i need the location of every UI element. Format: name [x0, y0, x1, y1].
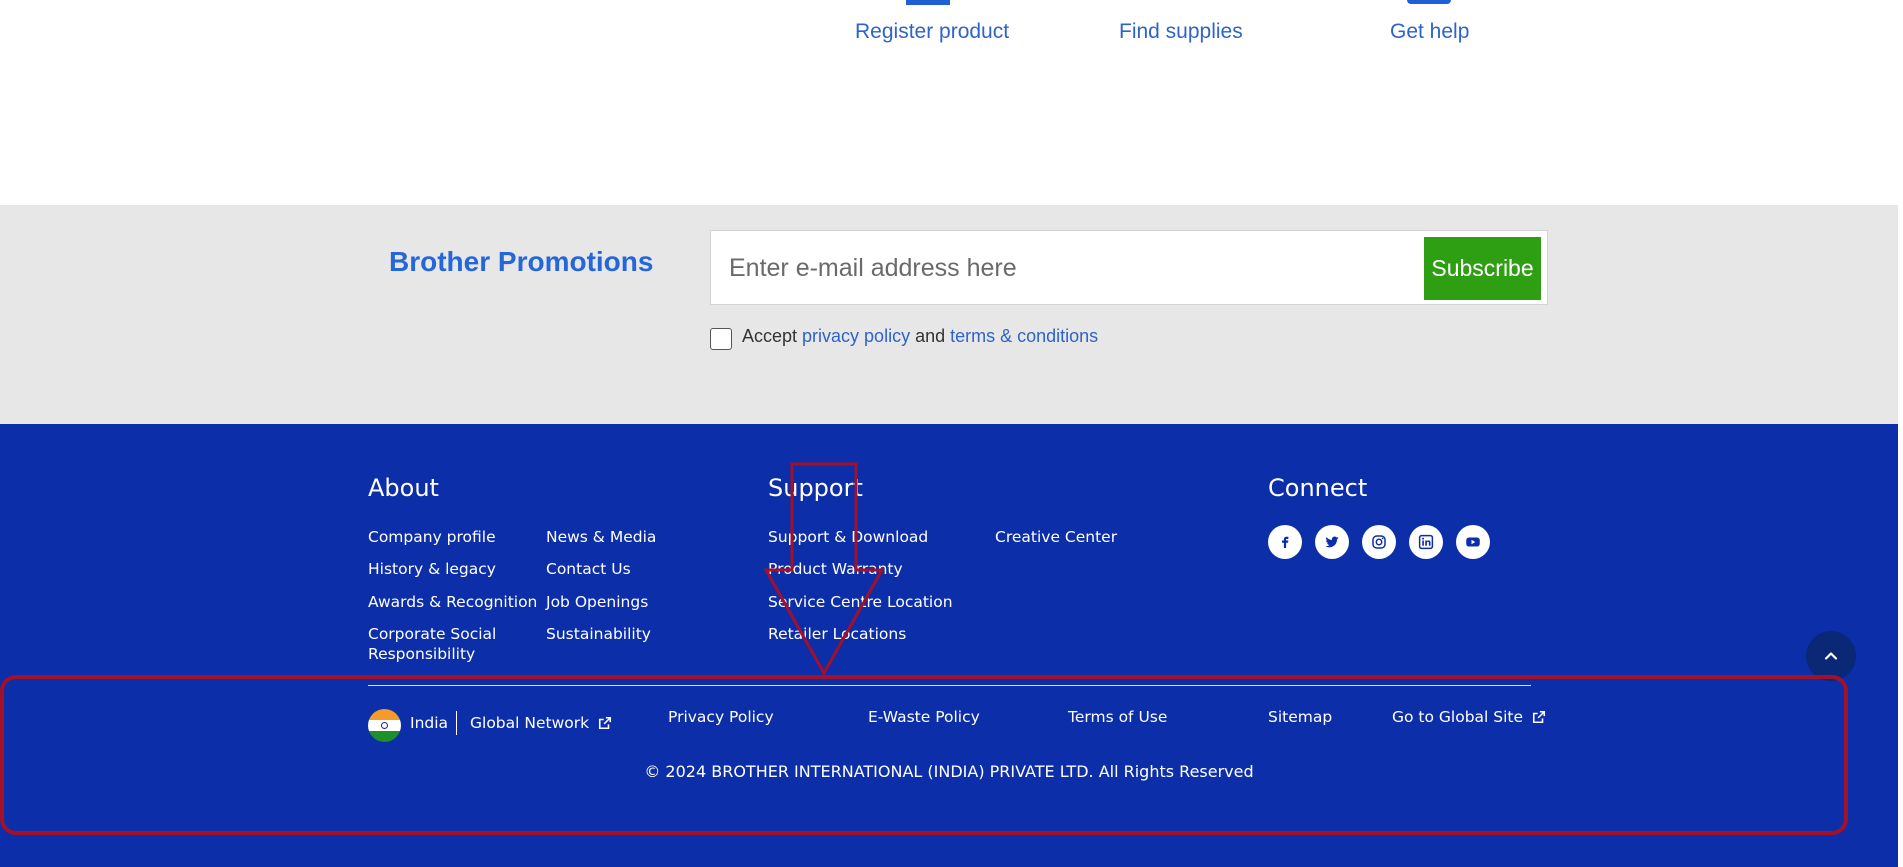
scroll-to-top-button[interactable]	[1806, 631, 1856, 681]
copyright-text: © 2024 BROTHER INTERNATIONAL (INDIA) PRI…	[644, 762, 1254, 781]
facebook-icon[interactable]	[1268, 525, 1302, 559]
footer-link-support-download[interactable]: Support & Download	[768, 527, 928, 547]
footer-link-product-warranty[interactable]: Product Warranty	[768, 559, 903, 579]
get-help-icon	[1407, 0, 1451, 4]
footer-link-history-legacy[interactable]: History & legacy	[368, 559, 496, 579]
footer-link-creative-center[interactable]: Creative Center	[995, 527, 1117, 547]
linkedin-icon[interactable]	[1409, 525, 1443, 559]
subscribe-button[interactable]: Subscribe	[1424, 237, 1541, 300]
privacy-policy-link[interactable]: privacy policy	[802, 326, 910, 347]
accept-checkbox[interactable]	[710, 328, 732, 350]
register-product-icon	[906, 0, 950, 5]
external-link-icon	[1533, 710, 1546, 724]
youtube-icon[interactable]	[1456, 525, 1490, 559]
footer-link-contact-us[interactable]: Contact Us	[546, 559, 631, 579]
chevron-up-icon	[1824, 652, 1838, 660]
sitemap-link[interactable]: Sitemap	[1268, 708, 1332, 726]
global-site-link[interactable]: Go to Global Site	[1392, 708, 1546, 726]
terms-of-use-link[interactable]: Terms of Use	[1068, 708, 1167, 726]
instagram-icon[interactable]	[1362, 525, 1396, 559]
india-flag-icon	[368, 709, 401, 742]
footer-link-csr-line2[interactable]: Responsibility	[368, 644, 475, 664]
connect-heading: Connect	[1268, 474, 1368, 502]
global-site-label: Go to Global Site	[1392, 708, 1524, 726]
support-heading: Support	[768, 474, 863, 502]
twitter-icon[interactable]	[1315, 525, 1349, 559]
footer-link-retailer-locations[interactable]: Retailer Locations	[768, 624, 906, 644]
ewaste-policy-link[interactable]: E-Waste Policy	[868, 708, 980, 726]
privacy-policy-footer-link[interactable]: Privacy Policy	[668, 708, 774, 726]
email-input[interactable]	[727, 247, 1411, 289]
email-subscribe-box: Subscribe	[710, 230, 1548, 305]
register-product-link[interactable]: Register product	[855, 20, 1009, 44]
footer-divider	[368, 685, 1531, 686]
and-text: and	[915, 325, 946, 346]
footer-link-news-media[interactable]: News & Media	[546, 527, 656, 547]
promotions-title: Brother Promotions	[389, 246, 654, 277]
quick-links-section: Register product Find supplies Get help	[0, 0, 1898, 205]
terms-conditions-link[interactable]: terms & conditions	[950, 326, 1098, 347]
footer-link-awards[interactable]: Awards & Recognition	[368, 592, 537, 612]
find-supplies-link[interactable]: Find supplies	[1119, 20, 1243, 44]
promotions-section: Brother Promotions Subscribe Accept priv…	[0, 205, 1898, 424]
accept-terms-row: Accept privacy policy and terms & condit…	[710, 322, 1103, 350]
external-link-icon	[599, 716, 612, 730]
footer-link-service-centre[interactable]: Service Centre Location	[768, 592, 953, 612]
country-separator	[456, 711, 457, 735]
footer-link-csr-line1[interactable]: Corporate Social	[368, 624, 496, 644]
footer-link-company-profile[interactable]: Company profile	[368, 527, 496, 547]
global-network-link[interactable]: Global Network	[470, 714, 612, 732]
accept-label: Accept	[742, 325, 798, 346]
global-network-label: Global Network	[470, 714, 590, 732]
footer-link-job-openings[interactable]: Job Openings	[546, 592, 648, 612]
about-heading: About	[368, 474, 439, 502]
get-help-link[interactable]: Get help	[1390, 20, 1469, 44]
country-selector[interactable]: India	[410, 714, 448, 732]
footer-link-sustainability[interactable]: Sustainability	[546, 624, 651, 644]
site-footer: About Company profile History & legacy A…	[0, 424, 1898, 867]
